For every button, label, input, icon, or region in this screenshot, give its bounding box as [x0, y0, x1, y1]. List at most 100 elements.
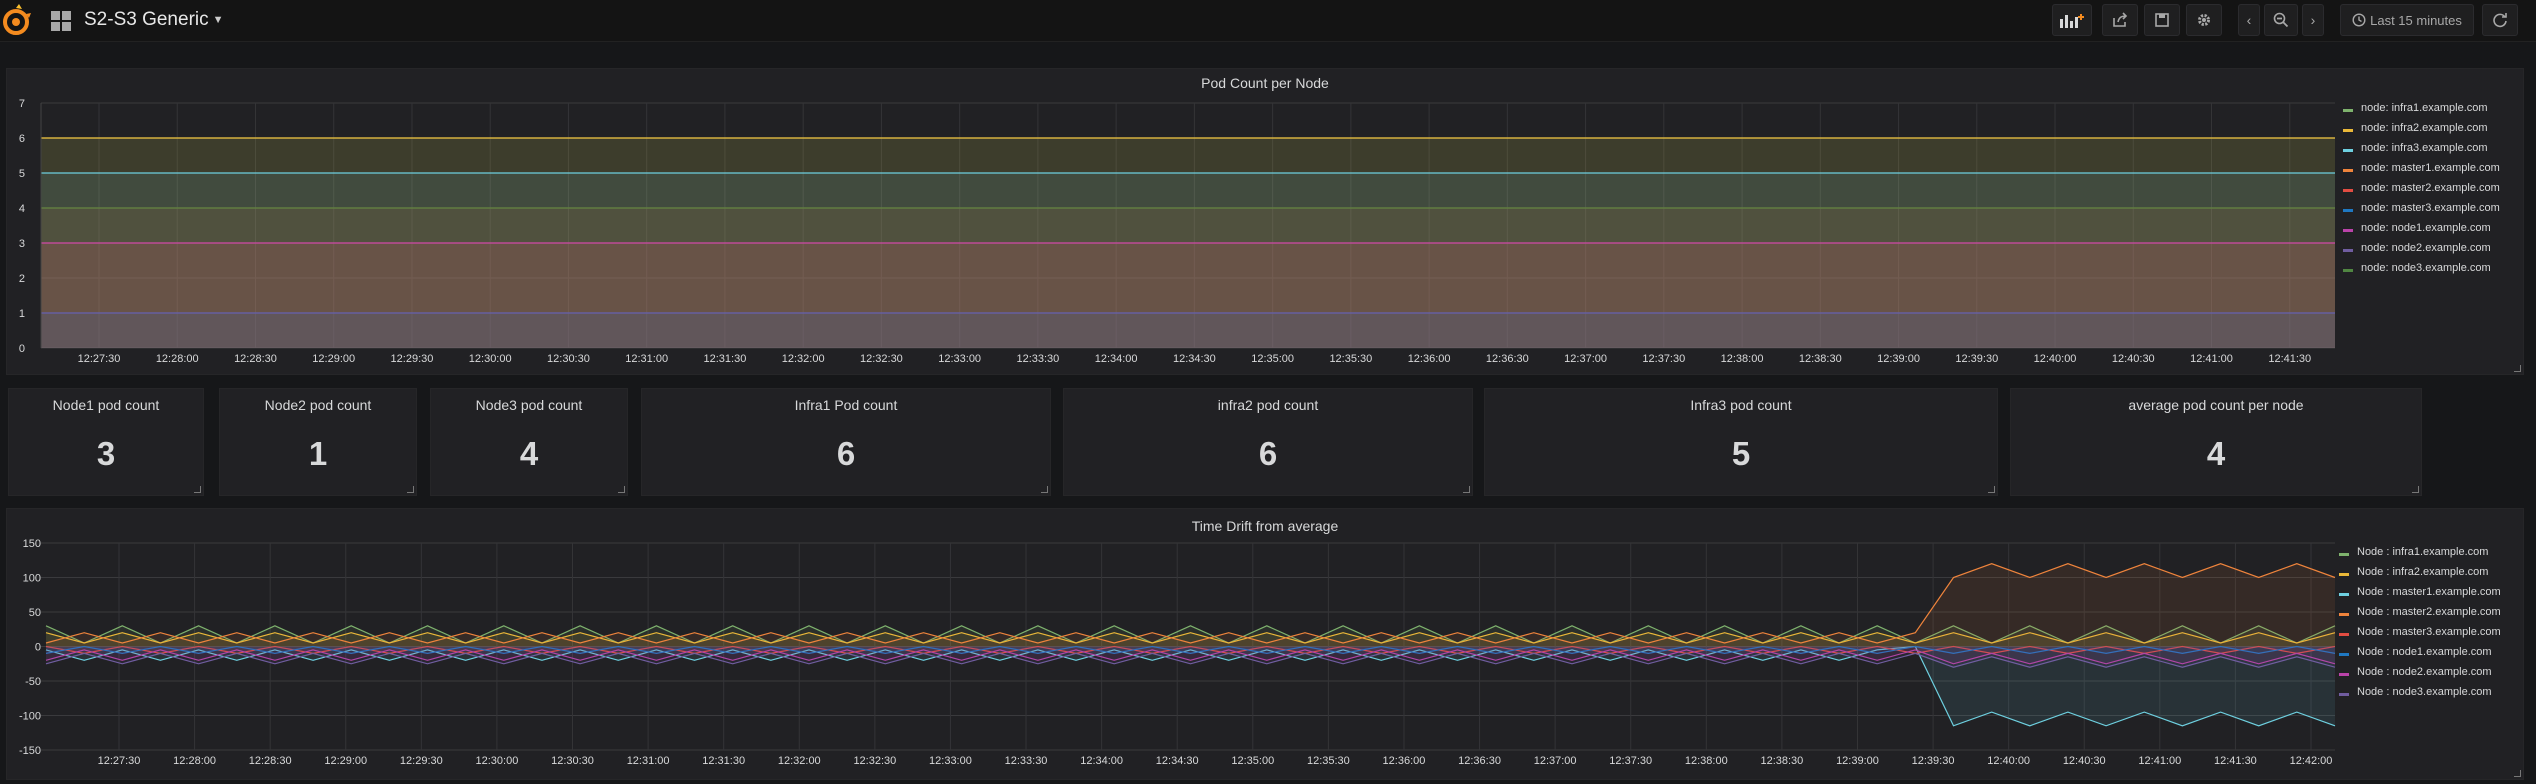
grafana-logo-icon[interactable]	[0, 2, 36, 38]
dashboard-title: S2-S3 Generic	[84, 9, 209, 30]
zoom-out-icon	[2273, 12, 2289, 28]
x-tick-label: 12:27:30	[98, 755, 141, 767]
x-tick-label: 12:31:30	[702, 755, 745, 767]
stat-panel-average[interactable]: average pod count per node 4	[2010, 388, 2422, 496]
x-tick-label: 12:41:00	[2138, 755, 2181, 767]
stat-title: Node3 pod count	[475, 397, 583, 413]
dashboards-grid-icon[interactable]	[50, 10, 72, 32]
x-tick-label: 12:39:00	[1877, 353, 1920, 365]
pod-count-chart: 0 1 2 3 4 5 6 7 12:27:30 12:28:00 12:28:30 12:29:00…	[19, 98, 2335, 365]
legend-swatch	[2339, 553, 2349, 556]
share-dashboard-button[interactable]	[2102, 4, 2138, 36]
legend-label: node: infra3.example.com	[2361, 142, 2488, 154]
time-shift-back-button[interactable]: ‹	[2238, 4, 2260, 36]
x-tick-label: 12:34:00	[1080, 755, 1123, 767]
refresh-button[interactable]	[2482, 4, 2518, 36]
stat-value: 4	[2206, 435, 2226, 472]
x-tick-label: 12:28:00	[156, 353, 199, 365]
zoom-out-button[interactable]	[2264, 4, 2298, 36]
add-panel-icon	[2060, 14, 2084, 28]
add-panel-button[interactable]	[2052, 4, 2092, 36]
x-tick-label: 12:32:00	[782, 353, 825, 365]
save-icon	[2155, 13, 2169, 27]
stat-value: 6	[836, 435, 856, 472]
x-tick-label: 12:39:00	[1836, 755, 1879, 767]
y-tick-label: 0	[19, 343, 25, 355]
dashboard-settings-button[interactable]	[2186, 4, 2222, 36]
stat-value: 1	[308, 435, 328, 472]
stat-panel-infra1[interactable]: Infra1 Pod count 6	[641, 388, 1051, 496]
x-tick-label: 12:28:30	[249, 755, 292, 767]
legend-swatch	[2339, 633, 2349, 636]
legend-label: Node : master2.example.com	[2357, 606, 2501, 618]
stat-panel-infra2[interactable]: infra2 pod count 6	[1063, 388, 1473, 496]
x-tick-label: 12:30:00	[476, 755, 519, 767]
time-drift-panel[interactable]: Time Drift from average 150 100 50 0 -50 -100…	[6, 508, 2524, 780]
x-tick-label: 12:33:00	[938, 353, 981, 365]
panel-resize-handle[interactable]	[2514, 365, 2521, 372]
time-drift-chart: 150 100 50 0 -50 -100 -150 12:27:30 12:28:00 12:2…	[19, 538, 2336, 767]
x-tick-label: 12:30:30	[551, 755, 594, 767]
x-tick-label: 12:30:30	[547, 353, 590, 365]
dashboard-picker[interactable]: S2-S3 Generic ▼	[84, 9, 224, 31]
stat-panel-node2[interactable]: Node2 pod count 1	[219, 388, 417, 496]
stat-value: 3	[96, 435, 116, 472]
y-tick-label: 7	[19, 98, 25, 110]
x-tick-label: 12:34:30	[1173, 353, 1216, 365]
x-tick-label: 12:37:00	[1534, 755, 1577, 767]
panel-resize-handle[interactable]	[194, 486, 201, 493]
y-tick-label: 50	[29, 607, 41, 619]
x-tick-label: 12:29:30	[400, 755, 443, 767]
x-tick-label: 12:38:30	[1799, 353, 1842, 365]
legend-label: Node : infra1.example.com	[2357, 546, 2489, 558]
time-range-label: Last 15 minutes	[2370, 12, 2462, 28]
legend-label: node: node2.example.com	[2361, 242, 2491, 254]
legend-swatch	[2343, 249, 2353, 252]
legend-swatch	[2339, 653, 2349, 656]
x-tick-label: 12:35:00	[1251, 353, 1294, 365]
y-tick-label: -100	[19, 711, 41, 723]
x-tick-label: 12:29:00	[312, 353, 355, 365]
stat-panel-node1[interactable]: Node1 pod count 3	[8, 388, 204, 496]
panel-resize-handle[interactable]	[2514, 770, 2521, 777]
legend-label: node: node3.example.com	[2361, 262, 2491, 274]
top-navbar: S2-S3 Generic ▼ ‹ › Last 15 minutes	[0, 0, 2536, 42]
x-tick-label: 12:33:30	[1016, 353, 1059, 365]
legend-swatch	[2343, 269, 2353, 272]
y-tick-label: 1	[19, 308, 25, 320]
panel-resize-handle[interactable]	[2412, 486, 2419, 493]
stat-panel-node3[interactable]: Node3 pod count 4	[430, 388, 628, 496]
stat-value: 6	[1258, 435, 1278, 472]
caret-down-icon: ▼	[212, 13, 224, 26]
stat-value: 5	[1731, 435, 1751, 472]
legend-label: node: master1.example.com	[2361, 162, 2500, 174]
panel-resize-handle[interactable]	[1463, 486, 1470, 493]
time-shift-forward-button[interactable]: ›	[2302, 4, 2324, 36]
panel-resize-handle[interactable]	[1988, 486, 1995, 493]
x-tick-label: 12:36:00	[1383, 755, 1426, 767]
legend-swatch	[2339, 613, 2349, 616]
x-tick-label: 12:31:00	[627, 755, 670, 767]
time-drift-legend: Node : infra1.example.com Node : infra2.e…	[2339, 545, 2519, 705]
x-tick-label: 12:41:30	[2214, 755, 2257, 767]
save-dashboard-button[interactable]	[2144, 4, 2180, 36]
chevron-right-icon: ›	[2310, 12, 2316, 28]
time-range-picker[interactable]: Last 15 minutes	[2340, 4, 2474, 36]
x-tick-label: 12:38:00	[1685, 755, 1728, 767]
x-tick-label: 12:28:30	[234, 353, 277, 365]
x-tick-label: 12:34:00	[1095, 353, 1138, 365]
pod-count-panel[interactable]: Pod Count per Node 0 1 2 3 4 5 6 7 12:27:30 12:28…	[6, 68, 2524, 375]
legend-swatch	[2343, 149, 2353, 152]
panel-resize-handle[interactable]	[407, 486, 414, 493]
legend-label: Node : infra2.example.com	[2357, 566, 2489, 578]
stat-panel-infra3[interactable]: Infra3 pod count 5	[1484, 388, 1998, 496]
y-tick-label: 0	[35, 642, 41, 654]
x-tick-label: 12:33:30	[1005, 755, 1048, 767]
panel-resize-handle[interactable]	[618, 486, 625, 493]
x-tick-label: 12:40:30	[2063, 755, 2106, 767]
x-tick-label: 12:37:30	[1642, 353, 1685, 365]
panel-resize-handle[interactable]	[1041, 486, 1048, 493]
x-tick-label: 12:35:30	[1329, 353, 1372, 365]
x-tick-label: 12:40:30	[2112, 353, 2155, 365]
area-series	[41, 313, 2335, 348]
